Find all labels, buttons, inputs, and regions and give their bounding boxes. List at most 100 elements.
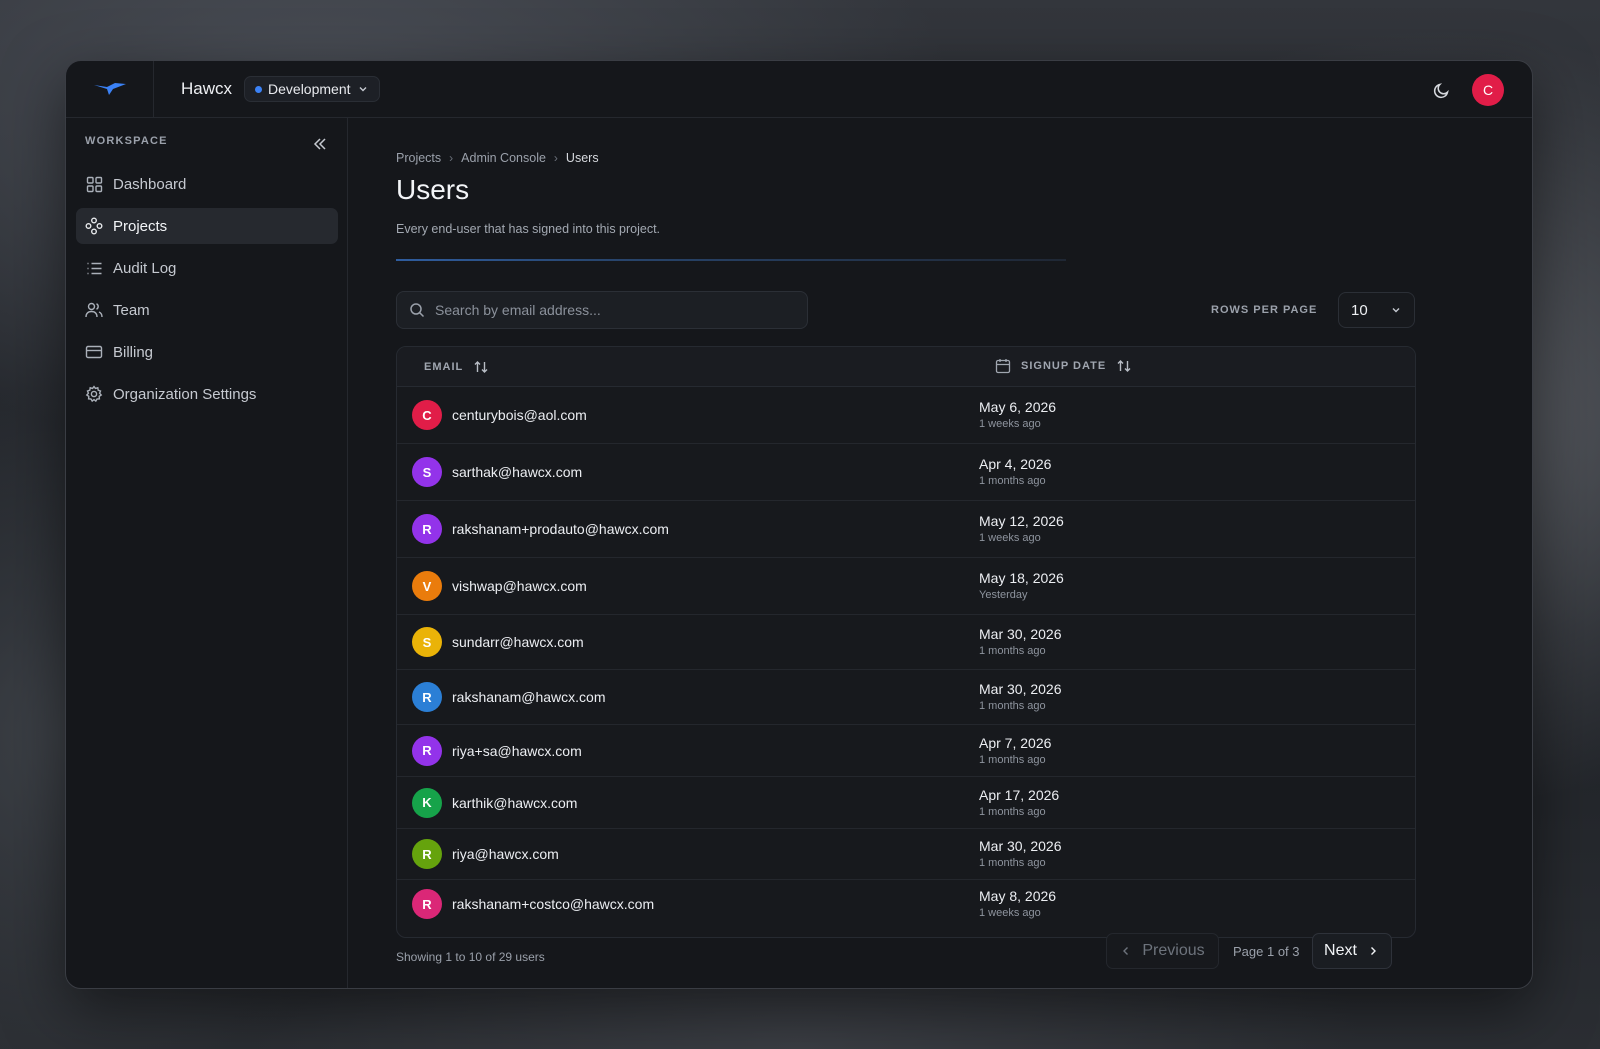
row-relative-time: Yesterday [979,589,1028,601]
theme-toggle-button[interactable] [1428,76,1456,104]
table-row[interactable]: Rriya+sa@hawcx.com Apr 7, 2026 1 months ag… [397,725,1415,777]
next-button[interactable]: Next [1311,933,1392,969]
table-row[interactable]: Ssundarr@hawcx.com Mar 30, 2026 1 months a… [397,615,1415,670]
row-email: riya+sa@hawcx.com [452,742,582,759]
app-title: Hawcx [181,79,233,98]
sidebar-item-team[interactable]: Team [76,292,338,328]
sidebar-item-projects[interactable]: Projects [76,208,338,244]
table-row[interactable]: Rrakshanam@hawcx.com Mar 30, 2026 1 months… [397,670,1415,725]
signup-date-column-label: SIGNUP DATE [1021,360,1107,372]
main-content: Projects › Admin Console › Users Users E… [349,118,1532,988]
row-avatar: V [412,571,442,601]
top-bar: Hawcx Development C [66,61,1532,118]
signup-date-column-header[interactable]: SIGNUP DATE [995,358,1132,374]
search-icon [410,303,425,318]
search-box [396,291,808,329]
row-avatar: R [412,889,442,919]
row-email: rakshanam+costco@hawcx.com [452,896,655,912]
sort-icon[interactable] [473,359,489,375]
calendar-icon [995,359,1011,374]
page-title: Users [396,174,470,205]
row-avatar: R [412,514,442,544]
row-email: riya@hawcx.com [452,846,559,862]
bird-logo-icon [93,83,126,95]
table-row[interactable]: Rrakshanam+costco@hawcx.com May 8, 2026 1 … [397,880,1415,928]
gear-icon [85,385,103,403]
pagination-summary: Showing 1 to 10 of 29 users [396,950,545,964]
row-avatar: K [412,787,442,818]
sidebar-item-label: Team [113,301,150,319]
sidebar-item-label: Projects [113,217,168,235]
row-signup-date: Apr 17, 2026 [979,786,1060,803]
collapse-sidebar-button[interactable] [306,130,334,158]
rows-per-page-select[interactable]: 10 [1338,292,1415,328]
rows-per-page-value: 10 [1351,301,1368,319]
row-email: centurybois@aol.com [452,407,587,423]
row-relative-time: 1 weeks ago [979,418,1041,430]
row-signup-date: May 12, 2026 [979,513,1064,529]
row-avatar: R [412,839,442,869]
sidebar-item-dashboard[interactable]: Dashboard [76,166,338,202]
row-email: rakshanam+prodauto@hawcx.com [452,521,669,537]
pagination: Previous Page 1 of 3 Next [1106,933,1392,969]
table-row[interactable]: Vvishwap@hawcx.com May 18, 2026 Yesterday [397,558,1415,615]
row-relative-time: 1 months ago [979,475,1046,487]
user-avatar[interactable]: C [1472,74,1504,106]
table-row[interactable]: Kkarthik@hawcx.com Apr 17, 2026 1 months a… [397,777,1415,829]
chevron-right-icon [1370,947,1376,955]
chevron-right-icon: › [449,151,454,165]
row-relative-time: 1 months ago [979,857,1046,869]
sidebar-nav: Dashboard Projects Audit Log Team Billin… [76,166,338,418]
row-relative-time: 1 months ago [979,805,1046,818]
row-email: rakshanam@hawcx.com [452,689,606,705]
breadcrumb-projects[interactable]: Projects [396,151,441,165]
table-row[interactable]: Ssarthak@hawcx.com Apr 4, 2026 1 months ag… [397,444,1415,501]
environment-label: Development [268,81,351,97]
sidebar-item-billing[interactable]: Billing [76,334,338,370]
previous-label: Previous [1142,942,1205,959]
previous-button[interactable]: Previous [1106,933,1219,969]
sidebar: WORKSPACE Dashboard Projects Audit Log T… [66,118,348,988]
sidebar-item-organization-settings[interactable]: Organization Settings [76,376,338,412]
chevron-down-icon [1392,308,1400,313]
table-row[interactable]: Ccenturybois@aol.com May 6, 2026 1 weeks a… [397,387,1415,444]
logo[interactable] [66,61,154,118]
sort-icon[interactable] [1116,358,1132,374]
table-row[interactable]: Rriya@hawcx.com Mar 30, 2026 1 months ago [397,829,1415,880]
chevron-right-icon: › [553,151,558,165]
row-email: vishwap@hawcx.com [452,578,587,594]
page-subtitle: Every end-user that has signed into this… [396,222,661,236]
row-signup-date: May 6, 2026 [979,399,1057,415]
breadcrumb: Projects › Admin Console › Users [396,151,599,165]
rows-per-page-label: ROWS PER PAGE [1211,304,1318,316]
title-divider [396,259,1066,261]
environment-selector[interactable]: Development [244,76,380,102]
row-email: sarthak@hawcx.com [452,464,583,480]
row-relative-time: 1 months ago [979,753,1046,766]
row-avatar: C [412,400,442,430]
chevron-down-icon [359,87,367,92]
table-row[interactable]: Rrakshanam+prodauto@hawcx.com May 12, 202… [397,501,1415,558]
breadcrumb-admin-console[interactable]: Admin Console [461,151,546,165]
row-signup-date: Apr 4, 2026 [979,456,1052,472]
breadcrumb-users: Users [565,151,599,165]
search-input[interactable] [435,302,775,318]
chevrons-left-icon [313,138,326,150]
workspace-label: WORKSPACE [85,135,168,147]
email-column-label: EMAIL [424,361,464,373]
email-column-header[interactable]: EMAIL [424,359,489,375]
row-avatar: R [412,682,442,712]
list-icon [85,259,103,277]
sidebar-item-label: Organization Settings [113,385,257,403]
chevron-left-icon [1123,947,1129,955]
row-signup-date: Mar 30, 2026 [979,626,1062,642]
row-signup-date: May 8, 2026 [979,888,1057,904]
sidebar-item-label: Dashboard [113,175,187,193]
row-relative-time: 1 weeks ago [979,907,1041,919]
row-email: karthik@hawcx.com [452,794,578,811]
sidebar-item-audit-log[interactable]: Audit Log [76,250,338,286]
row-relative-time: 1 months ago [979,645,1046,657]
environment-status-dot [255,85,263,93]
moon-icon [1433,83,1449,99]
row-relative-time: 1 months ago [979,700,1046,712]
